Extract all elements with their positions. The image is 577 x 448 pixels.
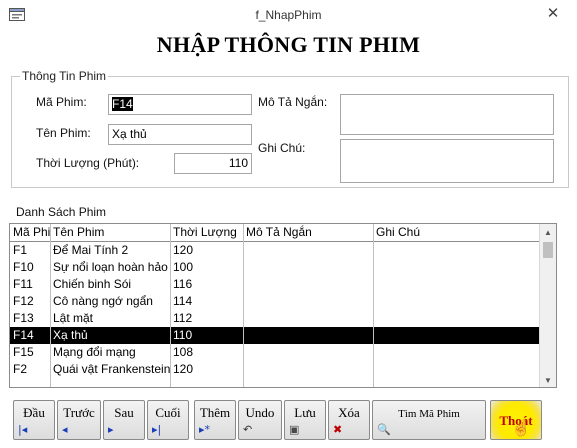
list-cell: 110 (173, 328, 193, 342)
undo-icon: ↶ (243, 423, 253, 436)
column-divider (373, 224, 374, 387)
hand-cursor-icon: ☝ (511, 420, 531, 437)
close-button[interactable]: ✕ (545, 5, 561, 23)
list-cell: 100 (173, 260, 194, 274)
group-title: Thông Tin Phim (20, 69, 109, 83)
window-title: f_NhapPhim (255, 8, 322, 22)
delete-icon: ✖ (333, 423, 343, 436)
list-cell: F2 (13, 362, 28, 376)
undo-button[interactable]: Undo ↶ (238, 400, 282, 440)
scroll-up-icon[interactable]: ▲ (540, 224, 556, 241)
list-cell: Xạ thủ (53, 328, 88, 342)
last-record-label: Cuối (155, 405, 181, 420)
mo-ta-label: Mô Tả Ngắn: (258, 95, 328, 109)
first-record-button[interactable]: Đầu |◂ (13, 400, 55, 440)
list-item[interactable]: F14 Xạ thủ 110 (10, 327, 540, 344)
save-icon: ▣ (289, 423, 300, 436)
ma-phim-label: Mã Phim: (36, 95, 87, 109)
list-header: Mã Phim Tên Phim Thời Lượng Mô Tả Ngắn G… (10, 224, 540, 241)
list-cell: F1 (13, 243, 28, 257)
ma-phim-field[interactable]: F14 (108, 94, 252, 115)
col-header-ma-phim: Mã Phim (13, 225, 50, 239)
list-cell: F10 (13, 260, 34, 274)
column-divider (170, 224, 171, 387)
column-divider (50, 224, 51, 387)
undo-label: Undo (245, 405, 275, 420)
mo-ta-field[interactable] (340, 94, 554, 135)
last-record-icon: ▸| (152, 423, 162, 436)
list-item[interactable]: F1 Để Mai Tính 2 120 (10, 242, 540, 259)
list-cell: 116 (173, 277, 193, 291)
previous-record-button[interactable]: Trước ◂ (57, 400, 101, 440)
list-cell: Cô nàng ngớ ngẩn (53, 294, 153, 308)
next-record-button[interactable]: Sau ▸ (103, 400, 145, 440)
first-record-label: Đầu (23, 405, 45, 420)
vertical-scrollbar[interactable]: ▲ ▼ (539, 224, 556, 387)
list-item[interactable]: F10 Sự nổi loạn hoàn hảo 100 (10, 259, 540, 276)
thoi-luong-field[interactable]: 110 (174, 153, 252, 174)
ten-phim-label: Tên Phim: (36, 126, 91, 140)
list-item[interactable]: F11 Chiến binh Sói 116 (10, 276, 540, 293)
list-cell: 112 (173, 311, 193, 325)
list-item[interactable]: F15 Mạng đổi mạng 108 (10, 344, 540, 361)
list-cell: F11 (13, 277, 33, 291)
list-item[interactable]: F2 Quái vật Frankenstein 120 (10, 361, 540, 378)
add-record-label: Thêm (199, 405, 231, 420)
list-label: Danh Sách Phim (16, 205, 107, 219)
list-cell: F14 (13, 328, 34, 342)
col-header-ten-phim: Tên Phim (53, 225, 105, 239)
column-divider (243, 224, 244, 387)
previous-record-label: Trước (63, 405, 95, 420)
exit-button[interactable]: Thoát ☝ (490, 400, 542, 440)
list-cell: 108 (173, 345, 194, 359)
first-record-icon: |◂ (18, 423, 28, 436)
next-record-icon: ▸ (108, 423, 114, 436)
find-film-button[interactable]: Tìm Mã Phim 🔍 (372, 400, 486, 440)
save-button[interactable]: Lưu ▣ (284, 400, 326, 440)
find-icon: 🔍 (377, 423, 391, 436)
col-header-thoi-luong: Thời Lượng (173, 225, 237, 239)
delete-button[interactable]: Xóa ✖ (328, 400, 370, 440)
col-header-ghi-chu: Ghi Chú (376, 225, 421, 239)
next-record-label: Sau (114, 405, 134, 420)
list-cell: Chiến binh Sói (53, 277, 132, 291)
ma-phim-value: F14 (112, 97, 133, 111)
thoi-luong-label: Thời Lượng (Phút): (36, 156, 140, 170)
list-cell: Mạng đổi mạng (53, 345, 136, 359)
scroll-down-icon[interactable]: ▼ (540, 372, 556, 387)
list-cell: F13 (13, 311, 34, 325)
list-cell: F12 (13, 294, 34, 308)
list-cell: Quái vật Frankenstein (53, 362, 170, 376)
title-bar: f_NhapPhim ✕ (0, 0, 577, 30)
previous-record-icon: ◂ (62, 423, 68, 436)
add-record-button[interactable]: Thêm ▸* (194, 400, 236, 440)
list-item[interactable]: F12 Cô nàng ngớ ngẩn 114 (10, 293, 540, 310)
list-cell: 120 (173, 243, 194, 257)
delete-label: Xóa (338, 405, 360, 420)
ten-phim-field[interactable]: Xạ thủ (108, 124, 252, 145)
last-record-button[interactable]: Cuối ▸| (147, 400, 189, 440)
list-item[interactable]: F13 Lật mặt 112 (10, 310, 540, 327)
ghi-chu-field[interactable] (340, 139, 554, 183)
new-record-icon: ▸* (199, 423, 211, 436)
list-cell: Sự nổi loạn hoàn hảo (53, 260, 168, 274)
scroll-thumb[interactable] (543, 242, 553, 258)
film-listbox[interactable]: Mã Phim Tên Phim Thời Lượng Mô Tả Ngắn G… (9, 223, 557, 388)
list-cell: 114 (173, 294, 193, 308)
ghi-chu-label: Ghi Chú: (258, 141, 306, 155)
list-cell: Lật mặt (53, 311, 94, 325)
form-title: NHẬP THÔNG TIN PHIM (156, 32, 421, 57)
find-film-label: Tìm Mã Phim (398, 408, 460, 420)
list-cell: Để Mai Tính 2 (53, 243, 129, 257)
list-cell: F15 (13, 345, 34, 359)
save-label: Lưu (294, 405, 316, 420)
list-cell: 120 (173, 362, 194, 376)
col-header-mo-ta: Mô Tả Ngắn (246, 225, 312, 239)
